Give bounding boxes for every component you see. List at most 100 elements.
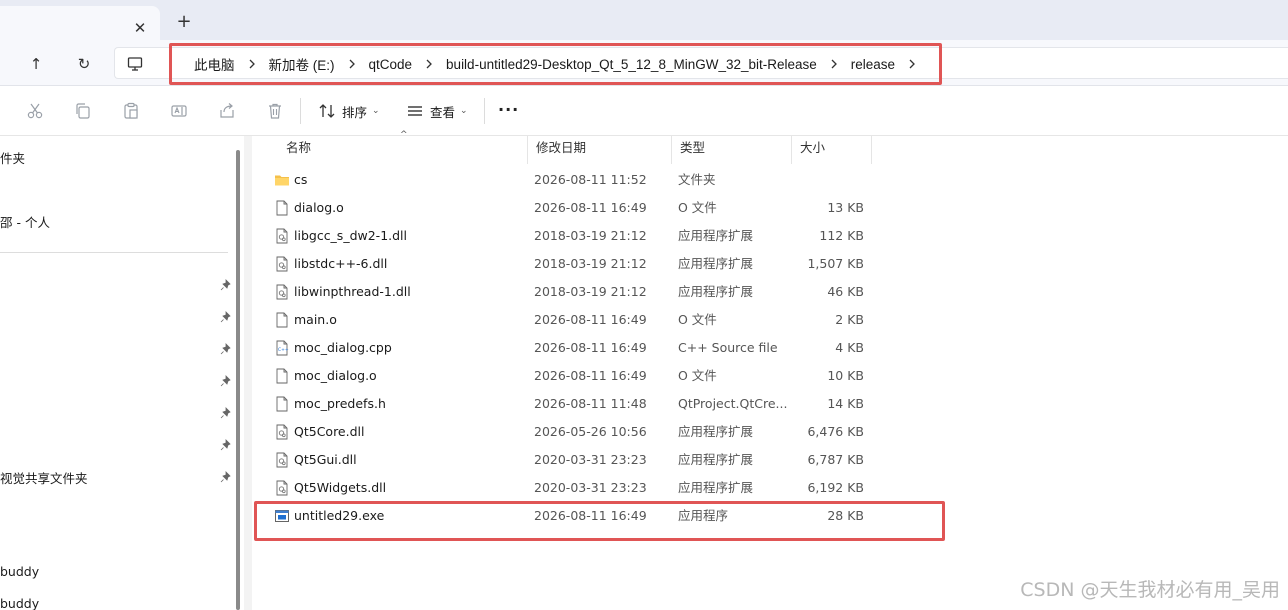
- dll-file-icon: [276, 452, 288, 468]
- toolbar-divider: [484, 98, 485, 124]
- chevron-right-icon[interactable]: [414, 57, 444, 72]
- view-button[interactable]: 查看 ⌄: [406, 99, 468, 123]
- file-type: QtProject.QtCre...: [678, 396, 788, 411]
- table-row[interactable]: moc_dialog.o 2026-08-11 16:49 O 文件 10 KB: [272, 362, 872, 390]
- up-arrow-icon[interactable]: ↑: [24, 52, 48, 76]
- pin-icon: [220, 311, 231, 323]
- address-bar[interactable]: 此电脑 新加卷 (E:) qtCode build-untitled29-Deskto…: [114, 43, 1288, 85]
- breadcrumb-item[interactable]: 此电脑: [192, 54, 237, 74]
- file-type: 应用程序扩展: [678, 452, 754, 467]
- share-icon[interactable]: [218, 102, 236, 120]
- cut-icon[interactable]: [26, 102, 44, 120]
- highlight-box: [254, 501, 945, 541]
- file-size: 6,787 KB: [807, 452, 864, 467]
- breadcrumb-item[interactable]: release: [849, 57, 897, 72]
- breadcrumb-item[interactable]: build-untitled29-Desktop_Qt_5_12_8_MinGW…: [444, 57, 819, 72]
- sort-chevron-down-icon: ⌄: [372, 106, 380, 116]
- chevron-right-icon[interactable]: [897, 57, 927, 72]
- sidebar-item-prefix: 邵: [0, 215, 13, 230]
- sort-icon: [319, 104, 335, 118]
- column-header-date[interactable]: 修改日期: [528, 136, 672, 164]
- file-type: 应用程序扩展: [678, 284, 754, 299]
- computer-icon: [127, 57, 143, 71]
- table-row[interactable]: main.o 2026-08-11 16:49 O 文件 2 KB: [272, 306, 872, 334]
- sidebar-scrollbar[interactable]: [236, 150, 240, 610]
- column-header-name[interactable]: 名称: [278, 136, 528, 164]
- file-icon: [276, 396, 288, 412]
- tab-strip: ✕ +: [0, 0, 1288, 40]
- sort-button[interactable]: 排序 ⌄: [318, 99, 380, 123]
- sidebar-item-shared-folder[interactable]: 视觉共享文件夹: [0, 468, 88, 487]
- file-date: 2026-08-11 16:49: [534, 340, 647, 355]
- file-date: 2020-03-31 23:23: [534, 480, 647, 495]
- table-row[interactable]: Qt5Widgets.dll 2020-03-31 23:23 应用程序扩展 6,19…: [272, 474, 872, 502]
- file-type: O 文件: [678, 200, 717, 215]
- file-size: 4 KB: [835, 340, 864, 355]
- file-type: 应用程序扩展: [678, 256, 754, 271]
- table-row[interactable]: libwinpthread-1.dll 2018-03-19 21:12 应用程序扩…: [272, 278, 872, 306]
- sidebar-item-personal-label: - 个人: [16, 215, 50, 230]
- command-bar: 排序 ⌄ 查看 ⌄ ···: [0, 86, 1288, 136]
- file-date: 2026-08-11 16:49: [534, 312, 647, 327]
- view-chevron-down-icon: ⌄: [460, 106, 468, 116]
- toolbar-divider: [300, 98, 301, 124]
- close-tab-icon[interactable]: ✕: [130, 18, 150, 38]
- file-date: 2026-08-11 16:49: [534, 368, 647, 383]
- rename-icon[interactable]: [170, 102, 188, 120]
- file-type: 应用程序扩展: [678, 228, 754, 243]
- sort-label: 排序: [342, 104, 368, 120]
- file-date: 2026-05-26 10:56: [534, 424, 647, 439]
- file-size: 10 KB: [827, 368, 864, 383]
- watermark: CSDN @天生我材必有用_吴用: [1020, 579, 1280, 601]
- pin-icon: [220, 375, 231, 387]
- paste-icon[interactable]: [122, 102, 140, 120]
- sidebar-item-folder[interactable]: 件夹: [0, 148, 25, 167]
- column-header-row: ^ 名称 修改日期 类型 大小: [252, 130, 872, 164]
- file-size: 46 KB: [827, 284, 864, 299]
- file-type: O 文件: [678, 312, 717, 327]
- pin-icon: [220, 407, 231, 419]
- table-row[interactable]: cs 2026-08-11 11:52 文件夹: [272, 166, 872, 194]
- breadcrumb-item[interactable]: 新加卷 (E:): [267, 54, 337, 74]
- table-row[interactable]: libgcc_s_dw2-1.dll 2018-03-19 21:12 应用程序扩展…: [272, 222, 872, 250]
- more-options-icon[interactable]: ···: [498, 100, 519, 119]
- sidebar-divider: [0, 252, 228, 253]
- copy-icon[interactable]: [74, 102, 92, 120]
- dll-file-icon: [276, 228, 288, 244]
- address-row: ↑ ↻ 此电脑 新加卷 (E:) qtCode build-untitled29-De…: [0, 40, 1288, 86]
- delete-icon[interactable]: [266, 102, 284, 120]
- table-row[interactable]: moc_predefs.h 2026-08-11 11:48 QtProject.Q…: [272, 390, 872, 418]
- table-row[interactable]: Qt5Gui.dll 2020-03-31 23:23 应用程序扩展 6,787 KB: [272, 446, 872, 474]
- new-tab-button[interactable]: +: [174, 12, 194, 32]
- table-row[interactable]: C++ moc_dialog.cpp 2026-08-11 16:49 C++ Sou…: [272, 334, 872, 362]
- sidebar-item-personal[interactable]: 邵 - 个人: [0, 212, 50, 231]
- file-type: 应用程序扩展: [678, 480, 754, 495]
- table-row[interactable]: Qt5Core.dll 2026-05-26 10:56 应用程序扩展 6,476 K…: [272, 418, 872, 446]
- table-row[interactable]: dialog.o 2026-08-11 16:49 O 文件 13 KB: [272, 194, 872, 222]
- file-type: 文件夹: [678, 172, 716, 187]
- view-label: 查看: [430, 104, 456, 120]
- file-name: main.o: [294, 312, 337, 327]
- sidebar-item-buddy[interactable]: buddy: [0, 564, 39, 579]
- file-name: libgcc_s_dw2-1.dll: [294, 228, 408, 243]
- chevron-right-icon[interactable]: [237, 57, 267, 72]
- file-date: 2018-03-19 21:12: [534, 228, 647, 243]
- active-tab[interactable]: ✕: [0, 6, 160, 40]
- chevron-right-icon[interactable]: [819, 57, 849, 72]
- refresh-icon[interactable]: ↻: [72, 52, 96, 76]
- file-type: O 文件: [678, 368, 717, 383]
- folder-icon: [275, 175, 289, 186]
- sidebar-item-buddy[interactable]: buddy: [0, 596, 39, 610]
- dll-file-icon: [276, 480, 288, 496]
- file-name: dialog.o: [294, 200, 344, 215]
- file-list: ^ 名称 修改日期 类型 大小 cs 2026-08-11 11:52 文件夹 dia…: [252, 130, 1288, 610]
- pane-splitter[interactable]: [244, 136, 252, 610]
- navigation-pane: 件夹 邵 - 个人 视觉共享文件夹 buddy buddy: [0, 136, 236, 610]
- file-name: moc_dialog.cpp: [294, 340, 392, 355]
- column-header-size[interactable]: 大小: [792, 136, 872, 164]
- breadcrumb-item[interactable]: qtCode: [367, 57, 415, 72]
- chevron-right-icon[interactable]: [337, 57, 367, 72]
- table-row[interactable]: libstdc++-6.dll 2018-03-19 21:12 应用程序扩展 1,5…: [272, 250, 872, 278]
- breadcrumb: 此电脑 新加卷 (E:) qtCode build-untitled29-Deskto…: [169, 43, 943, 85]
- column-header-type[interactable]: 类型: [672, 136, 792, 164]
